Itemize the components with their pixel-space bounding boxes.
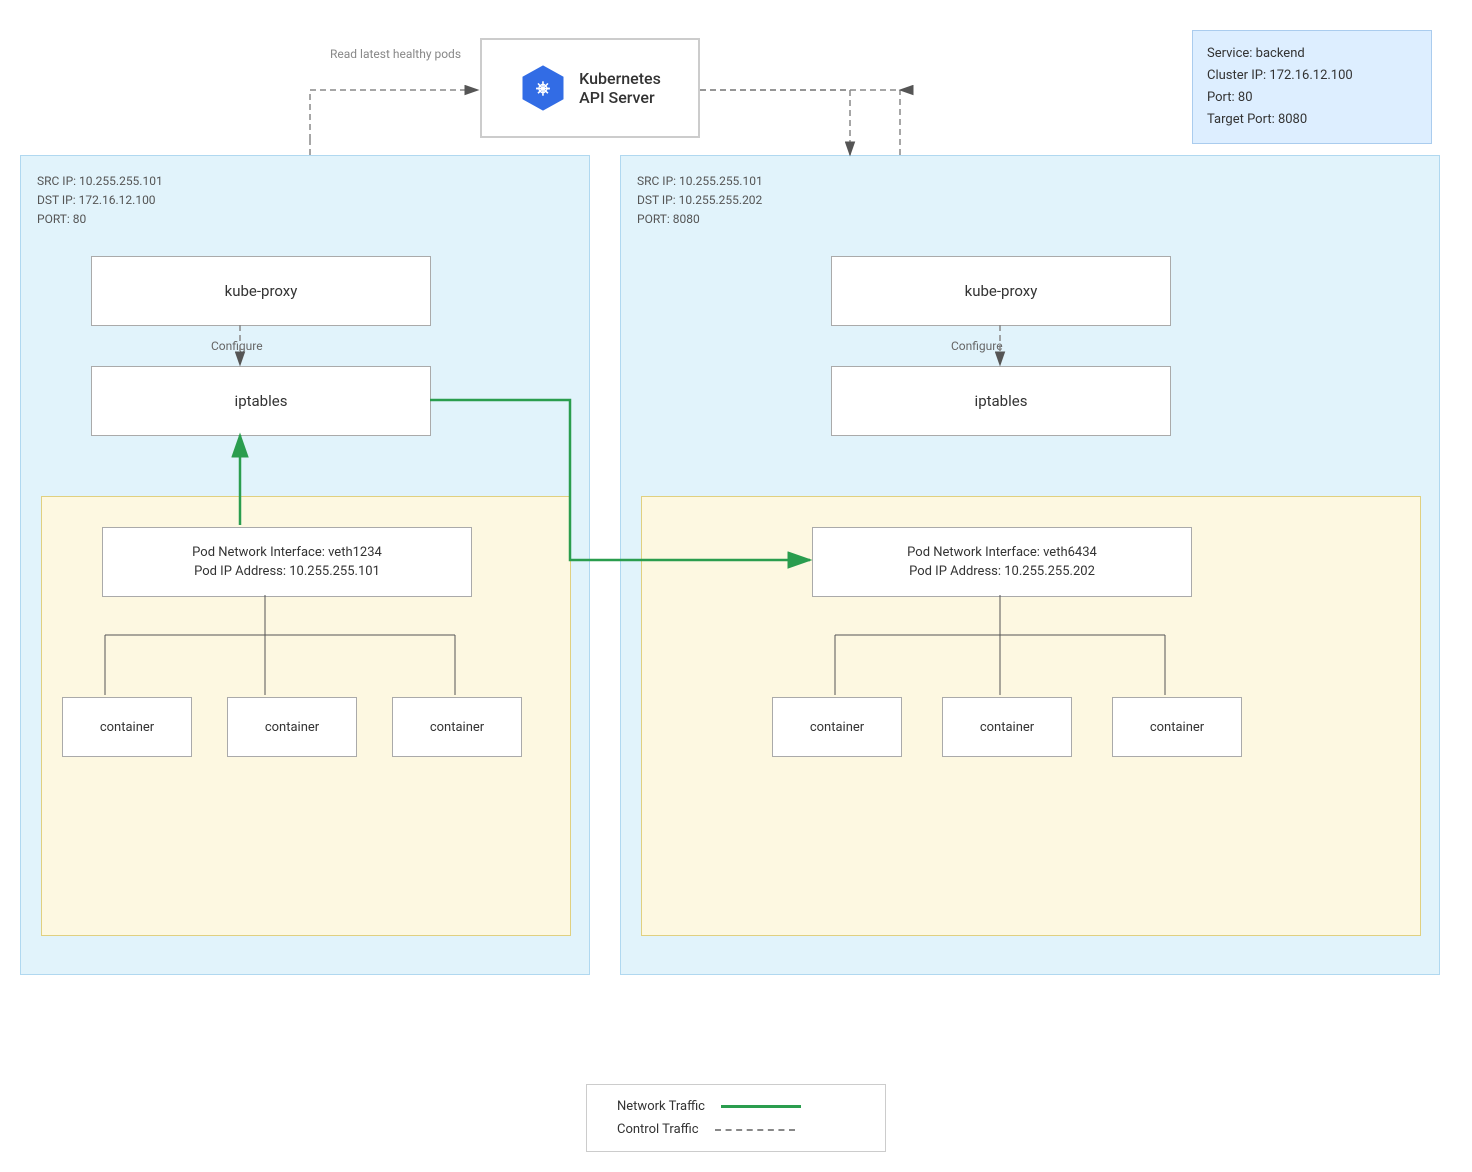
right-pod-area: Pod Network Interface: veth6434Pod IP Ad… <box>641 496 1421 936</box>
left-kube-proxy-box: kube-proxy <box>91 256 431 326</box>
legend-network-traffic: Network Traffic <box>617 1099 855 1114</box>
legend-control-traffic-label: Control Traffic <box>617 1122 699 1137</box>
right-node-panel: SRC IP: 10.255.255.101 DST IP: 10.255.25… <box>620 155 1440 975</box>
left-iptables-box: iptables <box>91 366 431 436</box>
right-configure-label: Configure <box>951 339 1003 353</box>
k8s-api-server-box: ⎈ Kubernetes API Server <box>480 38 700 138</box>
left-container-1: container <box>62 697 192 757</box>
k8s-logo-icon: ⎈ <box>519 64 567 112</box>
diagram-container: ⎈ Kubernetes API Server Service: backend… <box>0 0 1472 1172</box>
legend-green-line <box>721 1105 801 1108</box>
legend-network-traffic-label: Network Traffic <box>617 1099 705 1114</box>
svg-text:Read latest healthy pods: Read latest healthy pods <box>330 47 461 61</box>
right-container-2: container <box>942 697 1072 757</box>
left-container-3: container <box>392 697 522 757</box>
legend-control-traffic: Control Traffic <box>617 1122 855 1137</box>
left-pod-iface-box: Pod Network Interface: veth1234Pod IP Ad… <box>102 527 472 597</box>
right-container-1: container <box>772 697 902 757</box>
left-pod-area: Pod Network Interface: veth1234Pod IP Ad… <box>41 496 571 936</box>
left-container-2: container <box>227 697 357 757</box>
service-info-box: Service: backend Cluster IP: 172.16.12.1… <box>1192 30 1432 144</box>
legend-box: Network Traffic Control Traffic <box>586 1084 886 1152</box>
right-iptables-box: iptables <box>831 366 1171 436</box>
left-node-panel: SRC IP: 10.255.255.101 DST IP: 172.16.12… <box>20 155 590 975</box>
left-configure-label: Configure <box>211 339 263 353</box>
k8s-label: Kubernetes API Server <box>579 69 661 107</box>
right-kube-proxy-box: kube-proxy <box>831 256 1171 326</box>
legend-dashed-line <box>715 1129 795 1131</box>
svg-text:⎈: ⎈ <box>536 78 551 99</box>
right-pod-iface-box: Pod Network Interface: veth6434Pod IP Ad… <box>812 527 1192 597</box>
right-ip-info: SRC IP: 10.255.255.101 DST IP: 10.255.25… <box>637 172 763 230</box>
left-ip-info: SRC IP: 10.255.255.101 DST IP: 172.16.12… <box>37 172 163 230</box>
right-container-3: container <box>1112 697 1242 757</box>
